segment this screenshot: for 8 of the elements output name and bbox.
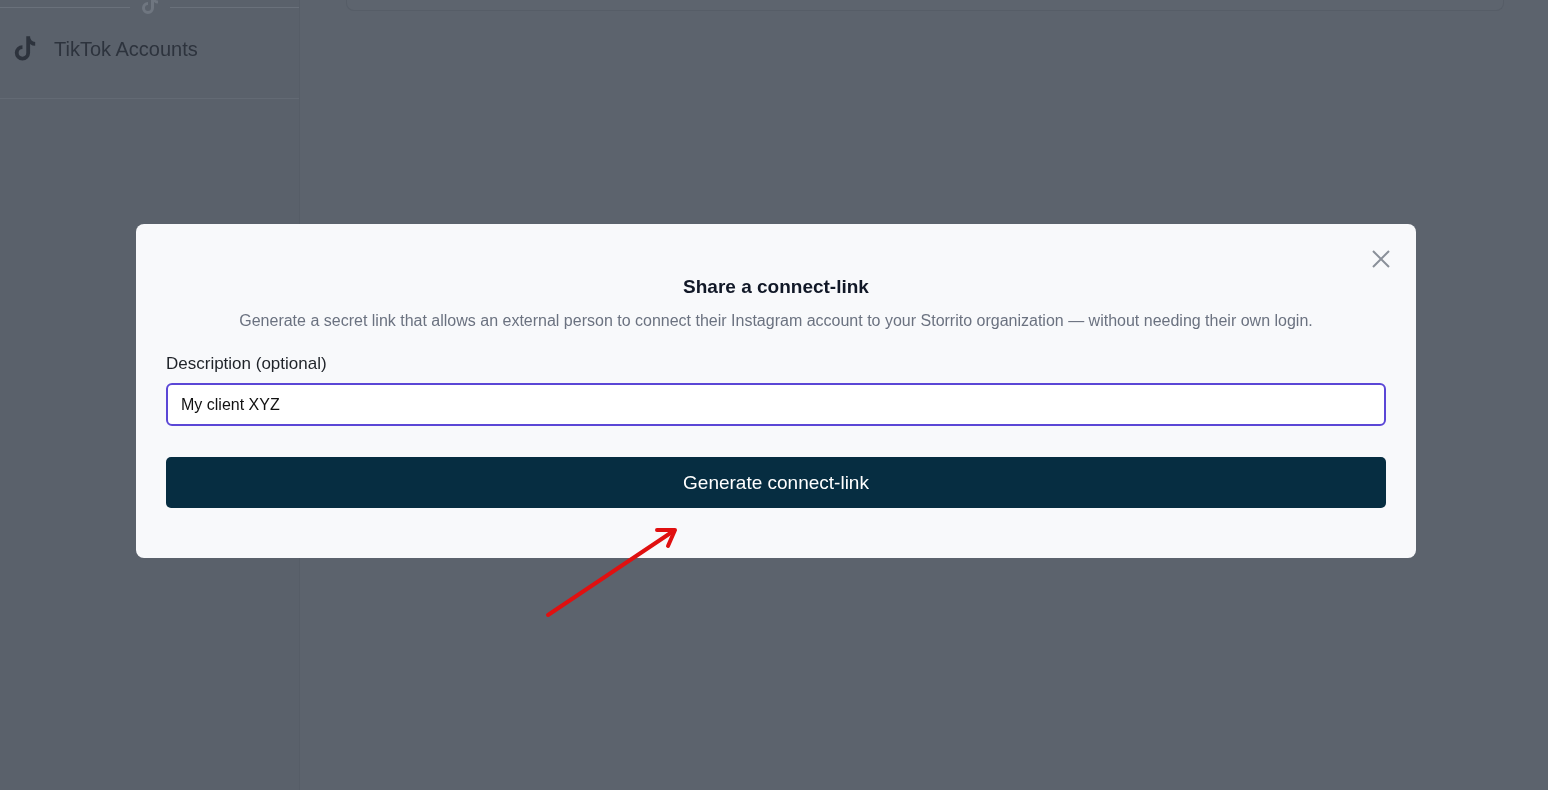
- close-icon: [1372, 250, 1390, 268]
- close-button[interactable]: [1370, 248, 1392, 270]
- dialog-title: Share a connect-link: [683, 276, 869, 298]
- generate-button[interactable]: Generate connect-link: [166, 457, 1386, 508]
- field-label: Description (optional): [166, 354, 328, 374]
- dialog-description: Generate a secret link that allows an external person to connect their Instagram account to your Storrito organization — without needing their own login.: [239, 312, 1313, 330]
- description-field[interactable]: My client XYZ: [166, 383, 1386, 426]
- tiktok-icon: [12, 35, 38, 63]
